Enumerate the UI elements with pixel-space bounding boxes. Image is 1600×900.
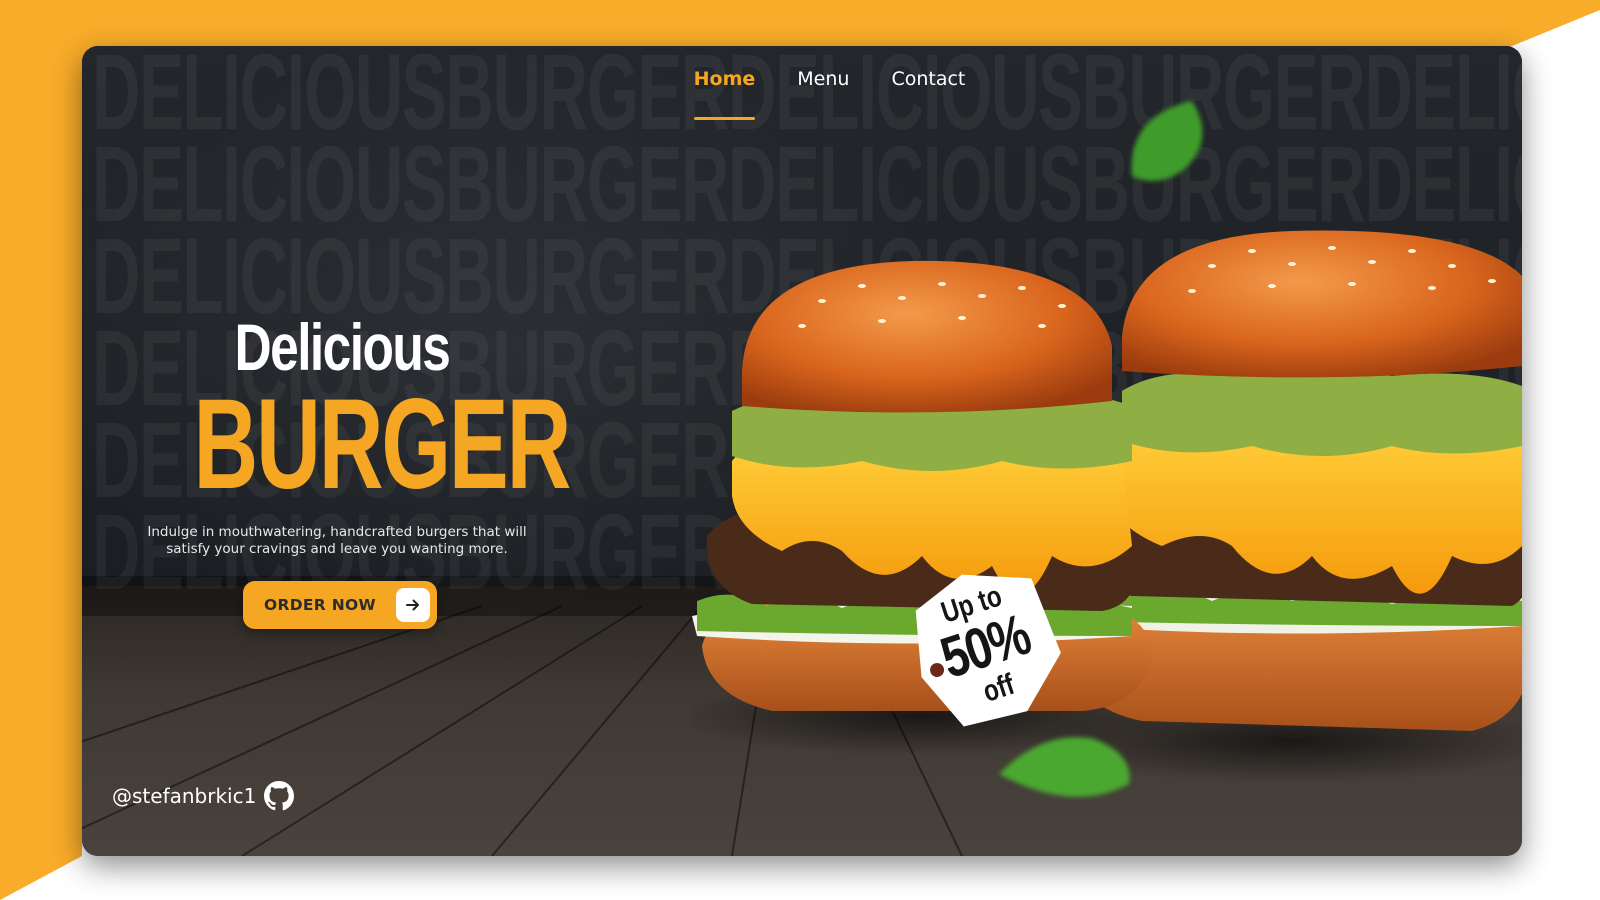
nav-contact[interactable]: Contact (891, 68, 965, 120)
leaf-decoration (1131, 101, 1203, 181)
landing-card: DELICIOUSBURGERDELICIOUSBURGERDELICIOUSB… (82, 46, 1522, 856)
leaf-decoration (999, 737, 1130, 797)
order-now-label: ORDER NOW (264, 596, 376, 614)
nav-home[interactable]: Home (693, 68, 755, 120)
author-handle[interactable]: @stefanbrkic1 (112, 781, 295, 811)
nav-menu[interactable]: Menu (797, 68, 849, 120)
main-nav: Home Menu Contact (82, 68, 1522, 120)
order-now-button[interactable]: ORDER NOW (243, 581, 437, 629)
arrow-right-icon (396, 588, 430, 622)
github-icon (264, 781, 295, 811)
hero-title-burger: BURGER (193, 373, 572, 516)
handle-text: @stefanbrkic1 (112, 784, 257, 808)
hero-description: Indulge in mouthwatering, handcrafted bu… (147, 524, 527, 557)
hero-title-delicious: Delicious (234, 310, 451, 384)
